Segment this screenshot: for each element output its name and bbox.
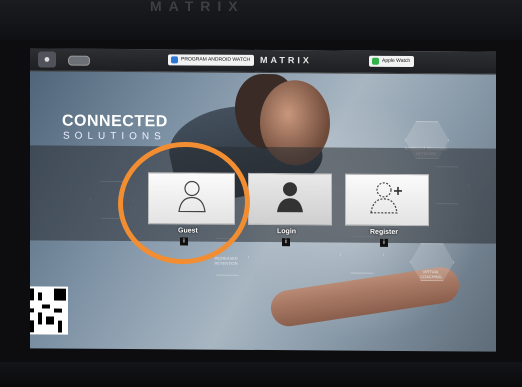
user-filled-icon [277, 182, 303, 213]
hero-title: CONNECTED [62, 112, 168, 131]
toggle-pill-button[interactable] [68, 55, 90, 66]
apple-watch-app-icon [372, 57, 379, 65]
device-bezel-bottom [0, 362, 522, 387]
register-button[interactable] [345, 173, 429, 227]
hero-subtitle: SOLUTIONS [63, 130, 166, 143]
login-label: Login [277, 228, 297, 236]
bezel-brand-text: MATRIX [150, 0, 245, 14]
language-globe-button[interactable]: ● [38, 51, 56, 68]
android-watch-badge[interactable]: PROGRAM ANDROID WATCH [168, 54, 255, 66]
console-screen: WORKOUT TRACKING NETWORK VIRTUAL COACHIN… [30, 48, 496, 352]
login-button[interactable] [248, 172, 332, 226]
login-info-icon[interactable]: i [282, 238, 290, 247]
apple-watch-badge[interactable]: Apple Watch [369, 55, 415, 68]
device-bezel-top: MATRIX [0, 0, 522, 40]
register-label: Register [370, 228, 399, 236]
matrix-logo-text: MATRIX [260, 54, 312, 66]
hex-virtual-coaching-label: VIRTUAL COACHING [420, 269, 442, 280]
watch-app-icon [171, 56, 178, 64]
register-info-icon[interactable]: i [380, 238, 388, 247]
user-add-icon [370, 182, 402, 214]
qr-code-icon [30, 286, 68, 335]
top-status-bar: ● PROGRAM ANDROID WATCH MATRIX Apple Wat… [30, 48, 496, 75]
